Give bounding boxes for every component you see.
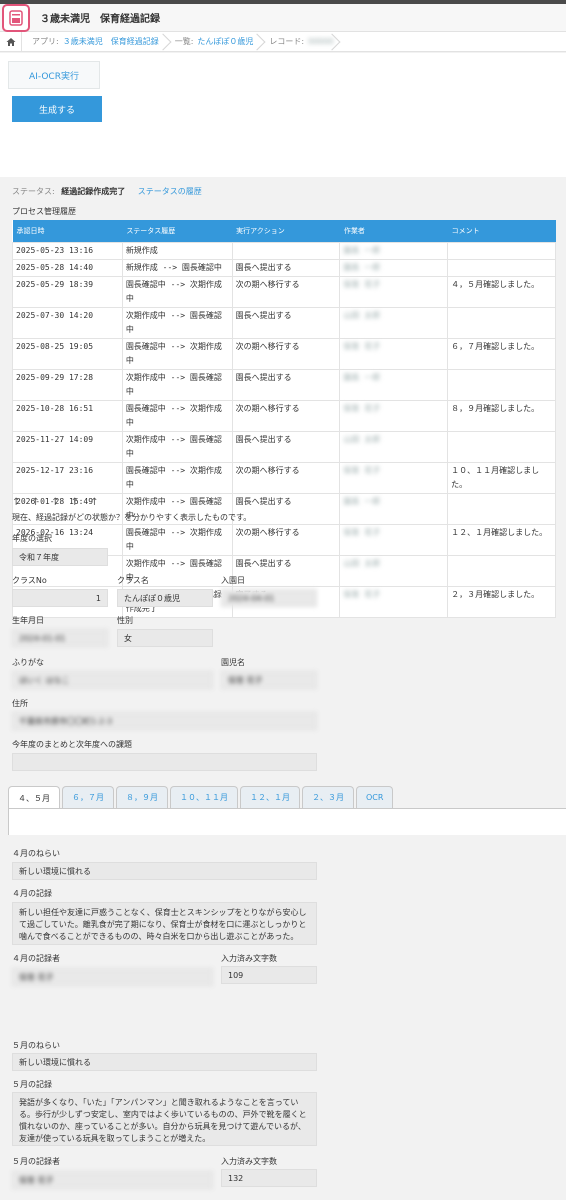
breadcrumb-list-link[interactable]: たんぽぽ０歳児 (197, 36, 253, 47)
status-explanation: 現在、経過記録がどの状態か？を分かりやすく表示したものです。 (12, 513, 252, 522)
status-history-link[interactable]: ステータスの履歴 (138, 187, 202, 196)
entry-date-field[interactable]: 2024-04-01 (221, 589, 317, 607)
may-aim-field[interactable]: 新しい環境に慣れる (12, 1053, 317, 1071)
may-count-field: 132 (221, 1169, 317, 1187)
breadcrumb-app-link[interactable]: ３歳未満児 保育経過記録 (63, 36, 159, 47)
app-icon[interactable] (2, 3, 30, 32)
breadcrumb-list: 一覧: たんぽぽ０歳児 (165, 32, 260, 52)
document-icon (9, 9, 23, 26)
breadcrumb: アプリ: ３歳未満児 保育経過記録 一覧: たんぽぽ０歳児 レコード: 0000… (0, 31, 566, 52)
address-label: 住所 (12, 699, 28, 708)
child-name-field[interactable]: 保育 花子 (221, 671, 317, 689)
action-area: AI-OCR実行 生成する (0, 53, 566, 177)
birth-label: 生年月日 (12, 616, 44, 625)
entry-date-label: 入園日 (221, 576, 245, 585)
arrow-indicators: ↑ ↑ ↑ ↑ ↑ (12, 497, 103, 508)
status-value: 経過記録作成完了 (61, 187, 126, 196)
record-id: 00000 (308, 37, 334, 46)
birth-field[interactable]: 2024-01-01 (12, 629, 108, 647)
kana-field[interactable]: ほいく はなこ (12, 671, 213, 689)
table-header-row: 承認日時 ステータス履歴 実行アクション 作業者 コメント (12, 220, 556, 242)
summary-label: 今年度のまとめと次年度への課題 (12, 740, 132, 749)
tab-oct-nov[interactable]: １０、１１月 (170, 786, 238, 808)
tab-panel (8, 808, 566, 835)
may-aim-label: ５月のねらい (12, 1041, 60, 1050)
gender-label: 性別 (117, 616, 133, 625)
april-count-label: 入力済み文字数 (221, 954, 277, 963)
april-aim-label: ４月のねらい (12, 849, 60, 858)
class-name-label: クラス名 (117, 576, 149, 585)
table-row: 2025-10-28 16:51 園長確認中 --> 次期作成中 次の期へ移行す… (12, 399, 556, 432)
april-count-field: 109 (221, 966, 317, 984)
gender-field[interactable]: 女 (117, 629, 213, 647)
kana-label: ふりがな (12, 658, 44, 667)
column-header: 作業者 (339, 220, 448, 242)
table-row: 2025-08-25 19:05 園長確認中 --> 次期作成中 次の期へ移行す… (12, 337, 556, 370)
may-record-label: ５月の記録 (12, 1080, 52, 1089)
address-field[interactable]: 千葉県市原市〇〇町1-2-3 (12, 712, 317, 730)
child-name-label: 園児名 (221, 658, 245, 667)
table-row: 2025-09-29 17:28 次期作成中 --> 園長確認中 園長へ提出する… (12, 368, 556, 401)
april-record-label: ４月の記録 (12, 889, 52, 898)
tab-jun-jul[interactable]: ６，７月 (62, 786, 114, 808)
ai-ocr-button[interactable]: AI-OCR実行 (8, 61, 100, 89)
year-select[interactable]: 令和７年度 (12, 548, 108, 566)
tab-apr-may[interactable]: ４、５月 (8, 786, 60, 809)
generate-button[interactable]: 生成する (12, 96, 102, 122)
class-no-field[interactable]: 1 (12, 589, 108, 607)
breadcrumb-app: アプリ: ３歳未満児 保育経過記録 (22, 32, 165, 52)
status-label: ステータス: (12, 187, 55, 196)
may-count-label: 入力済み文字数 (221, 1157, 277, 1166)
period-tabs: ４、５月 ６，７月 ８，９月 １０、１１月 １２、１月 ２、３月 OCR (8, 786, 395, 809)
column-header: 実行アクション (232, 220, 340, 242)
table-row: 2025-11-27 14:09 次期作成中 --> 園長確認中 園長へ提出する… (12, 430, 556, 463)
status-line: ステータス: 経過記録作成完了 ステータスの履歴 (12, 186, 202, 197)
page-title: ３歳未満児 保育経過記録 (40, 14, 160, 25)
may-recorder-label: ５月の記録者 (12, 1157, 60, 1166)
app-header: ３歳未満児 保育経過記録 (0, 3, 566, 32)
april-record-field[interactable]: 新しい担任や友達に戸惑うことなく、保育士とスキンシップをとりながら安心して過ごし… (12, 902, 317, 945)
table-row: 2025-05-28 14:40 新規作成 --> 園長確認中 園長へ提出する … (12, 258, 556, 277)
tab-dec-jan[interactable]: １２、１月 (240, 786, 300, 808)
tab-ocr[interactable]: OCR (356, 786, 394, 808)
table-row: 2025-05-29 18:39 園長確認中 --> 次期作成中 次の期へ移行す… (12, 275, 556, 308)
column-header: 承認日時 (12, 220, 123, 242)
column-header: ステータス履歴 (122, 220, 233, 242)
april-recorder-label: ４月の記録者 (12, 954, 60, 963)
may-recorder-field[interactable]: 保育 花子 (12, 1171, 213, 1189)
summary-field[interactable] (12, 753, 317, 771)
class-no-label: クラスNo (12, 576, 47, 585)
tab-aug-sep[interactable]: ８，９月 (116, 786, 168, 808)
table-row: 2025-12-17 23:16 園長確認中 --> 次期作成中 次の期へ移行す… (12, 461, 556, 494)
april-aim-field[interactable]: 新しい環境に慣れる (12, 862, 317, 880)
april-recorder-field[interactable]: 保育 花子 (12, 968, 213, 986)
breadcrumb-record: レコード: 00000 (259, 32, 333, 52)
column-header: コメント (447, 220, 556, 242)
table-row: 2025-07-30 14:20 次期作成中 --> 園長確認中 園長へ提出する… (12, 306, 556, 339)
home-icon[interactable] (0, 31, 22, 52)
tab-feb-mar[interactable]: ２、３月 (302, 786, 354, 808)
class-name-field[interactable]: たんぽぽ０歳児 (117, 589, 213, 607)
year-label: 年度の選択 (12, 534, 52, 543)
may-record-field[interactable]: 発語が多くなり、「いた」「アンパンマン」と聞き取れるようなことを言っている。歩行… (12, 1092, 317, 1146)
table-row: 2025-05-23 13:16 新規作成 園長 一郎 (12, 241, 556, 260)
process-history-title: プロセス管理履歴 (12, 207, 76, 216)
